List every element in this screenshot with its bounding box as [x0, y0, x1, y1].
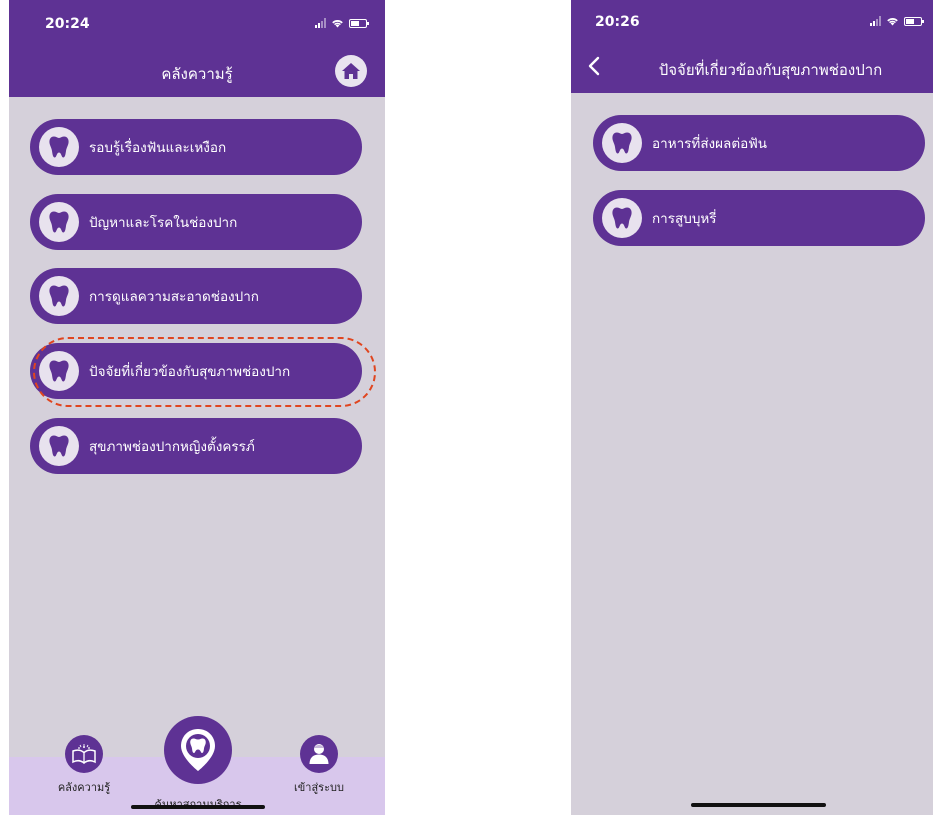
knowledge-screen: 20:24 คลังความรู้ รอบรู้เรื่องฟันและเหงื…: [9, 0, 385, 815]
selection-highlight: [33, 337, 376, 407]
signal-icon: [315, 18, 326, 28]
page-title: ปัจจัยที่เกี่ยวข้องกับสุขภาพช่องปาก: [658, 61, 883, 79]
status-icons: [315, 18, 369, 28]
tab-login[interactable]: เข้าสู่ระบบ: [279, 735, 359, 796]
signal-icon: [870, 16, 881, 26]
menu-item-label: รอบรู้เรื่องฟันและเหงือก: [89, 140, 227, 156]
tooth-icon: [602, 198, 642, 238]
tab-knowledge[interactable]: คลังความรู้: [49, 735, 119, 796]
tooth-icon: [39, 202, 79, 242]
menu-item-oral-diseases[interactable]: ปัญหาและโรคในช่องปาก: [30, 194, 362, 250]
status-time: 20:24: [45, 16, 90, 32]
user-icon: [300, 735, 338, 773]
menu-item-oral-hygiene[interactable]: การดูแลความสะอาดช่องปาก: [30, 268, 362, 324]
tab-label: เข้าสู่ระบบ: [294, 781, 344, 794]
location-tooth-icon: [181, 729, 215, 771]
nav-bar: คลังความรู้: [9, 44, 385, 97]
book-icon: [65, 735, 103, 773]
factors-screen: 20:26 ปัจจัยที่เกี่ยวข้องกับสุขภาพช่องปา…: [571, 0, 933, 815]
tab-label: คลังความรู้: [57, 781, 111, 794]
home-icon: [342, 63, 360, 79]
menu-item-pregnancy-oral-health[interactable]: สุขภาพช่องปากหญิงตั้งครรภ์: [30, 418, 362, 474]
tooth-icon: [602, 123, 642, 163]
home-button[interactable]: [335, 55, 367, 87]
chevron-left-icon: [588, 56, 600, 76]
status-bar: 20:26: [571, 0, 933, 40]
status-icons: [870, 16, 924, 26]
battery-icon: [349, 18, 369, 28]
tab-find-service-label[interactable]: ค้นหาสถานบริการ: [139, 795, 257, 813]
menu-item-teeth-gums[interactable]: รอบรู้เรื่องฟันและเหงือก: [30, 119, 362, 175]
tooth-icon: [39, 426, 79, 466]
menu-item-label: การสูบบุหรี่: [652, 211, 717, 227]
menu-item-food-affecting-teeth[interactable]: อาหารที่ส่งผลต่อฟัน: [593, 115, 925, 171]
find-service-button[interactable]: [164, 716, 232, 784]
menu-item-label: การดูแลความสะอาดช่องปาก: [89, 289, 259, 305]
home-indicator: [131, 805, 265, 809]
status-time: 20:26: [595, 14, 640, 30]
menu-item-label: สุขภาพช่องปากหญิงตั้งครรภ์: [89, 439, 255, 455]
wifi-icon: [332, 20, 343, 28]
menu-item-label: อาหารที่ส่งผลต่อฟัน: [652, 136, 767, 152]
page-title: คลังความรู้: [161, 65, 233, 83]
home-indicator: [691, 803, 826, 807]
nav-bar: ปัจจัยที่เกี่ยวข้องกับสุขภาพช่องปาก: [571, 40, 933, 93]
status-bar: 20:24: [9, 0, 385, 44]
wifi-icon: [887, 18, 898, 26]
menu-item-smoking[interactable]: การสูบบุหรี่: [593, 190, 925, 246]
battery-icon: [904, 16, 924, 26]
tooth-icon: [39, 127, 79, 167]
back-button[interactable]: [583, 54, 605, 78]
menu-item-label: ปัญหาและโรคในช่องปาก: [89, 215, 238, 231]
tooth-icon: [39, 276, 79, 316]
